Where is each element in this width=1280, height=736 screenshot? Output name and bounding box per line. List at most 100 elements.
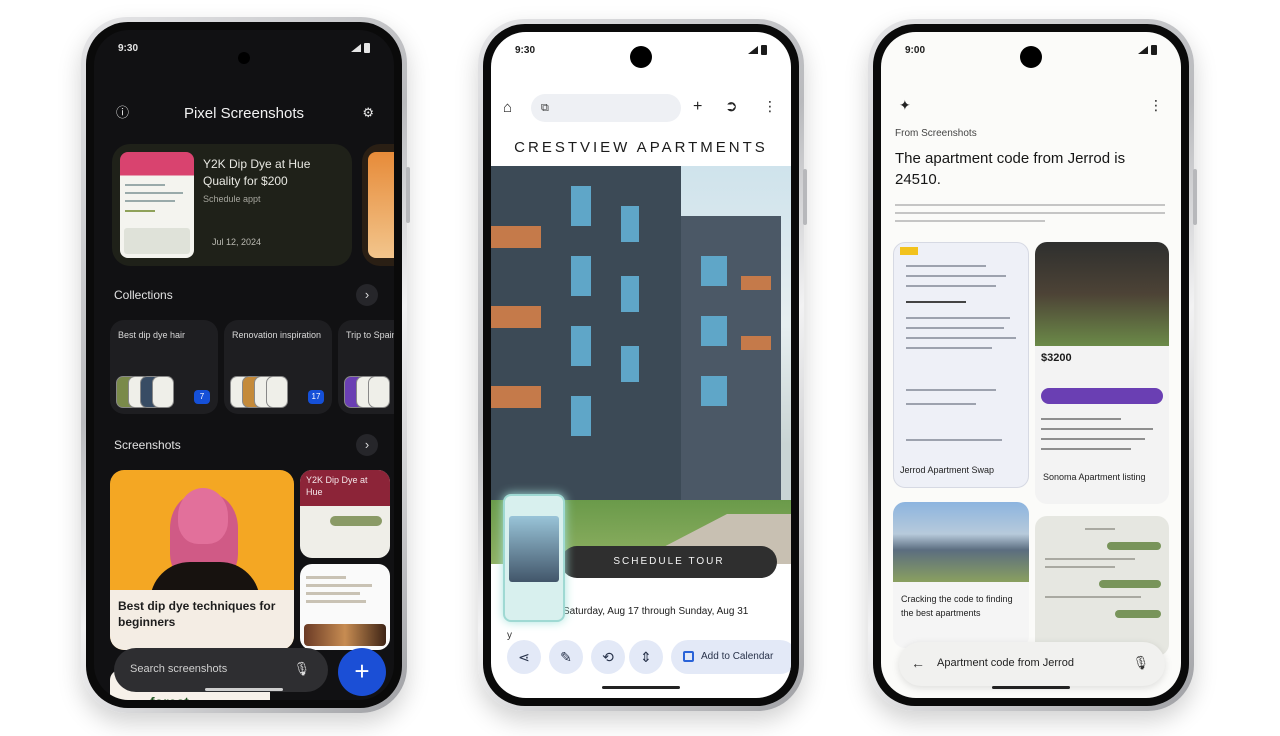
- browser-toolbar: ⌂ ⧉ + ➲ ⋮: [491, 92, 791, 124]
- screenshots-arrow-icon[interactable]: ›: [356, 434, 378, 456]
- battery-icon: [1151, 45, 1157, 55]
- featured-date: Jul 12, 2024: [212, 237, 262, 247]
- phone-bezel: 9:00 ✦ ⋮ From Screenshots The apartment …: [873, 24, 1189, 706]
- collection-name: Trip to Spain: [346, 330, 394, 340]
- schedule-tour-button[interactable]: SCHEDULE TOUR: [561, 546, 777, 578]
- result-card[interactable]: Jerrod Apartment Swap: [893, 242, 1029, 488]
- listing-button: [1041, 388, 1163, 404]
- collections-title: Collections: [114, 288, 173, 302]
- signal-icon: [1138, 46, 1148, 54]
- phone-screen: 9:30 ⌂ ⧉ + ➲ ⋮ CRESTVIEW APARTMENTS SCHE…: [491, 32, 791, 698]
- apartment-photo: [893, 502, 1029, 582]
- result-caption: Sonoma Apartment listing: [1043, 472, 1146, 482]
- collection-card[interactable]: Trip to Spain: [338, 320, 394, 414]
- collection-count-badge: 7: [194, 390, 210, 404]
- screenshot-preview[interactable]: [503, 494, 565, 622]
- collection-thumbnails: [344, 376, 394, 410]
- phone-bezel: 9:30 ⓘ Pixel Screenshots ⚙ Y2K Dip Dye a…: [86, 22, 402, 708]
- answer-source-label: From Screenshots: [895, 128, 977, 139]
- share-icon[interactable]: ⋖: [507, 640, 541, 674]
- featured-thumbnail: [120, 152, 194, 258]
- collection-thumbnails: [230, 376, 296, 410]
- battery-icon: [364, 43, 370, 53]
- tour-dates: Saturday, Aug 17 through Sunday, Aug 31: [563, 606, 749, 617]
- battery-icon: [761, 45, 767, 55]
- collections-arrow-icon[interactable]: ›: [356, 284, 378, 306]
- power-button: [1193, 169, 1197, 225]
- signal-icon: [351, 44, 361, 52]
- featured-title: Y2K Dip Dye at Hue Quality for $200: [203, 157, 311, 188]
- result-card[interactable]: $3200 Sonoma Apartment listing: [1035, 242, 1169, 504]
- front-camera: [238, 52, 250, 64]
- listing-price: $3200: [1041, 352, 1072, 364]
- screenshot-action-bar: ⋖ ✎ ⟲ ⇕ Add to Calendar: [491, 636, 791, 676]
- menu-icon[interactable]: ⋮: [1149, 98, 1163, 112]
- add-button[interactable]: +: [338, 648, 386, 696]
- featured-screenshot-card[interactable]: Y2K Dip Dye at Hue Quality for $200 Sche…: [112, 144, 352, 266]
- result-card[interactable]: Cracking the code to finding the best ap…: [893, 502, 1029, 648]
- url-bar[interactable]: ⧉: [531, 94, 681, 122]
- home-indicator: [602, 686, 680, 689]
- home-icon[interactable]: ⌂: [503, 100, 512, 115]
- phone-screen: 9:00 ✦ ⋮ From Screenshots The apartment …: [881, 32, 1181, 698]
- answer-text: The apartment code from Jerrod is 24510.: [895, 150, 1126, 188]
- phone-search-results: 9:00 ✦ ⋮ From Screenshots The apartment …: [868, 19, 1197, 711]
- tabs-icon: ⧉: [541, 102, 549, 114]
- lens-icon[interactable]: ⟲: [591, 640, 625, 674]
- app-header: ⓘ Pixel Screenshots ⚙: [94, 102, 394, 126]
- power-button: [406, 167, 410, 223]
- collection-name: Renovation inspiration: [232, 330, 322, 340]
- results-toolbar: ✦ ⋮: [881, 92, 1181, 118]
- result-caption: Jerrod Apartment Swap: [900, 465, 995, 475]
- page-title: Pixel Screenshots: [183, 105, 305, 122]
- signal-icon: [748, 46, 758, 54]
- back-arrow-icon[interactable]: ←: [911, 655, 925, 671]
- new-tab-icon[interactable]: +: [693, 99, 702, 115]
- front-camera: [630, 46, 652, 68]
- collection-card[interactable]: Best dip dye hair 7: [110, 320, 218, 414]
- mic-icon[interactable]: 🎙: [293, 661, 310, 677]
- expand-icon[interactable]: ⇕: [629, 640, 663, 674]
- screenshot-tile[interactable]: [300, 564, 390, 650]
- front-camera: [1020, 46, 1042, 68]
- status-icons: [351, 43, 370, 53]
- featured-subtitle: Schedule appt: [203, 194, 261, 204]
- result-card[interactable]: [1035, 516, 1169, 656]
- result-caption: Cracking the code to finding the best ap…: [901, 594, 1013, 618]
- search-bar[interactable]: Search screenshots 🎙: [114, 648, 328, 692]
- search-input[interactable]: Apartment code from Jerrod: [937, 657, 1074, 669]
- edit-icon[interactable]: ✎: [549, 640, 583, 674]
- screenshot-tile[interactable]: Best dip dye techniques for beginners: [110, 470, 294, 650]
- status-time: 9:30: [118, 42, 139, 54]
- featured-screenshot-card-next[interactable]: [362, 144, 394, 266]
- phone-pixel-screenshots: 9:30 ⓘ Pixel Screenshots ⚙ Y2K Dip Dye a…: [81, 17, 410, 713]
- status-icons: [1138, 45, 1157, 55]
- screenshot-tile[interactable]: Y2K Dip Dye at Hue: [300, 470, 390, 558]
- mic-icon[interactable]: 🎙: [1132, 655, 1149, 671]
- status-icons: [748, 45, 767, 55]
- status-time: 9:30: [515, 44, 536, 56]
- forward-icon[interactable]: ➲: [725, 99, 738, 114]
- search-input[interactable]: Search screenshots: [130, 663, 227, 675]
- featured-thumbnail-next: [368, 152, 394, 258]
- home-indicator: [205, 688, 283, 691]
- phone-screen: 9:30 ⓘ Pixel Screenshots ⚙ Y2K Dip Dye a…: [94, 30, 394, 700]
- screenshot-caption: Y2K Dip Dye at Hue: [306, 475, 368, 497]
- sparkle-icon: ✦: [899, 97, 911, 113]
- portrait-head: [178, 488, 228, 544]
- site-title: CRESTVIEW APARTMENTS: [514, 139, 768, 156]
- phone-browser: 9:30 ⌂ ⧉ + ➲ ⋮ CRESTVIEW APARTMENTS SCHE…: [478, 19, 807, 711]
- add-to-calendar-button[interactable]: Add to Calendar: [671, 640, 791, 674]
- search-bar[interactable]: ← Apartment code from Jerrod 🎙: [899, 642, 1165, 686]
- add-to-calendar-label: Add to Calendar: [701, 651, 774, 662]
- collection-name: Best dip dye hair: [118, 330, 186, 340]
- screenshot-caption: forest: [150, 694, 189, 700]
- collection-card[interactable]: Renovation inspiration 17: [224, 320, 332, 414]
- settings-icon[interactable]: ⚙: [362, 106, 374, 119]
- collection-count-badge: 17: [308, 390, 324, 404]
- apartment-photo: [1035, 242, 1169, 346]
- menu-icon[interactable]: ⋮: [763, 99, 777, 113]
- screenshots-title: Screenshots: [114, 438, 181, 452]
- power-button: [803, 169, 807, 225]
- screenshot-caption: Best dip dye techniques for beginners: [110, 590, 294, 650]
